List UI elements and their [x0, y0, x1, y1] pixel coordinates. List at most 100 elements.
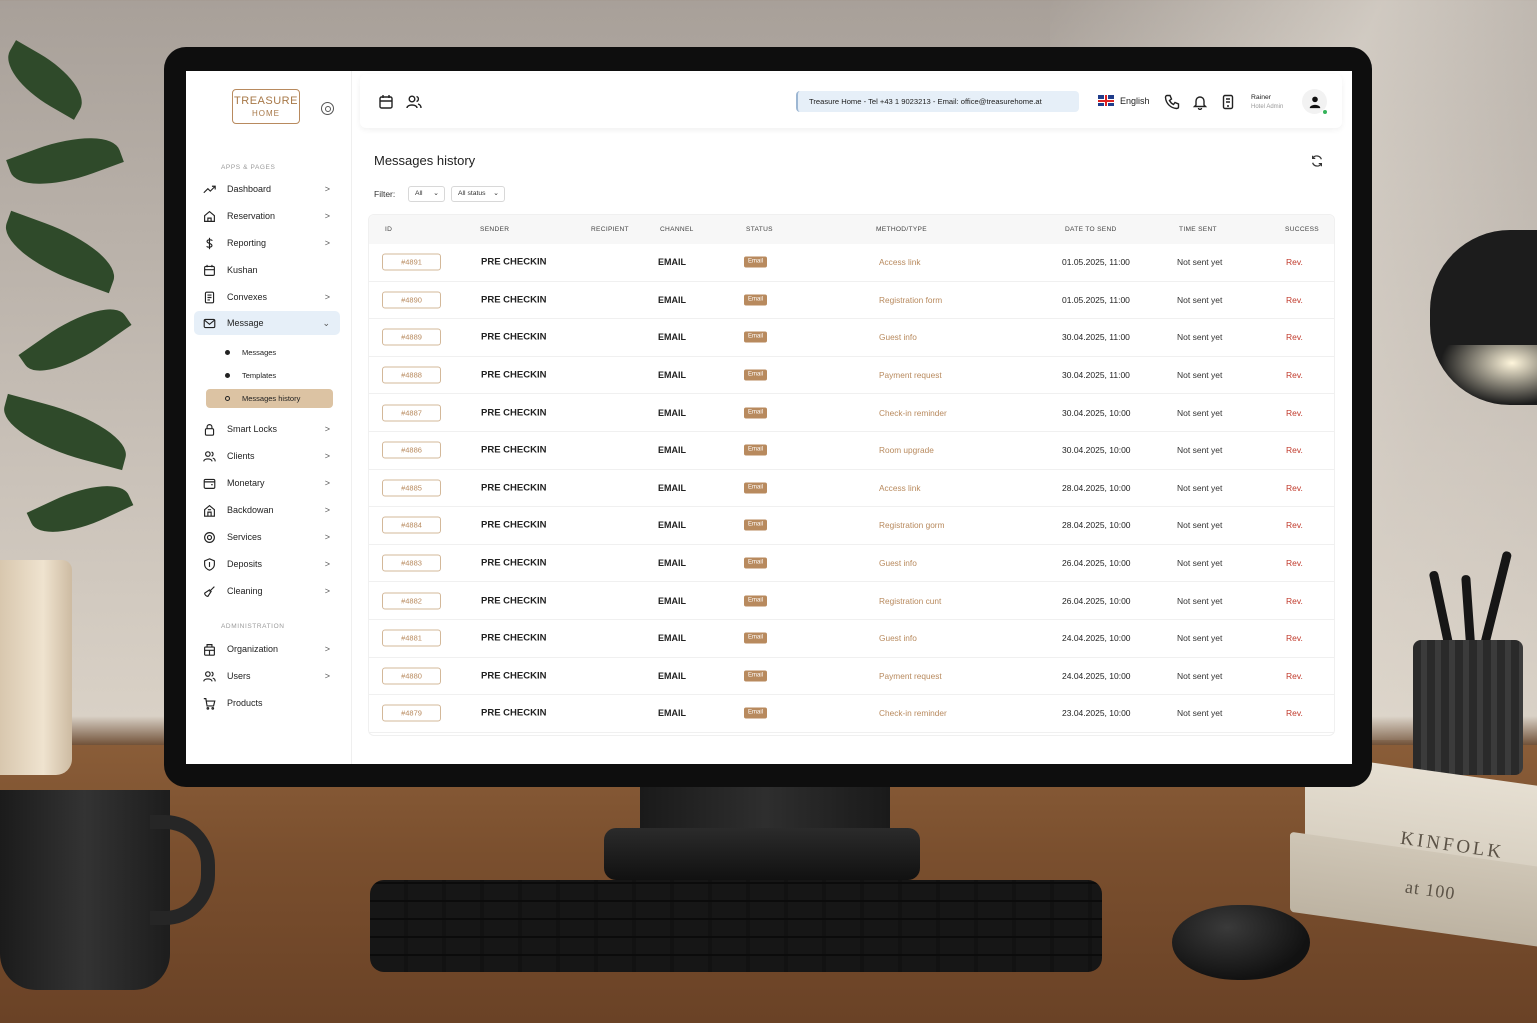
column-header-id[interactable]: ID: [385, 226, 392, 233]
time-sent-cell: Not sent yet: [1177, 708, 1223, 719]
method-link[interactable]: Access link: [879, 483, 921, 493]
mail-icon: [203, 317, 216, 330]
sidebar-item-message[interactable]: Message ⌄: [194, 311, 340, 335]
table-row[interactable]: #4882 PRE CHECKIN EMAIL Email Registration c…: [369, 582, 1334, 620]
sidebar-subitem-templates[interactable]: Templates: [206, 366, 333, 385]
message-id-badge[interactable]: #4880: [382, 667, 441, 685]
table-row[interactable]: #4883 PRE CHECKIN EMAIL Email Guest info 26.0…: [369, 545, 1334, 583]
table-row[interactable]: #4891 PRE CHECKIN EMAIL Email Access link 01.…: [369, 244, 1334, 282]
message-id-badge[interactable]: #4888: [382, 366, 441, 384]
sidebar-item-smart-locks[interactable]: Smart Locks >: [194, 417, 340, 441]
status-badge: Email: [744, 444, 768, 456]
table-row[interactable]: #4884 PRE CHECKIN EMAIL Email Registration g…: [369, 507, 1334, 545]
users-icon[interactable]: [406, 94, 422, 110]
message-id-badge[interactable]: #4884: [382, 516, 441, 534]
column-header-recipient[interactable]: RECIPIENT: [591, 226, 629, 233]
sidebar-item-services[interactable]: Services >: [194, 525, 340, 549]
sender-cell: PRE CHECKIN: [481, 294, 547, 306]
online-status-dot: [1322, 109, 1328, 115]
sidebar-item-dashboard[interactable]: Dashboard >: [194, 177, 340, 201]
column-header-channel[interactable]: CHANNEL: [660, 226, 694, 233]
sidebar-item-cleaning[interactable]: Cleaning >: [194, 579, 340, 603]
table-row[interactable]: #4885 PRE CHECKIN EMAIL Email Access link 28.…: [369, 470, 1334, 508]
sidebar-item-backdowan[interactable]: Backdowan >: [194, 498, 340, 522]
column-header-success[interactable]: SUCCESS: [1285, 226, 1319, 233]
sidebar-item-label: Monetary: [227, 478, 265, 488]
method-link[interactable]: Payment request: [879, 671, 942, 681]
column-header-sender[interactable]: SENDER: [480, 226, 509, 233]
sidebar-item-convexes[interactable]: Convexes >: [194, 285, 340, 309]
sidebar-item-clients[interactable]: Clients >: [194, 444, 340, 468]
status-badge: Email: [744, 670, 768, 682]
sidebar-item-deposits[interactable]: Deposits >: [194, 552, 340, 576]
sidebar-item-reporting[interactable]: Reporting >: [194, 231, 340, 255]
sidebar-item-monetary[interactable]: Monetary >: [194, 471, 340, 495]
message-id-badge[interactable]: #4881: [382, 629, 441, 647]
sender-cell: PRE CHECKIN: [481, 256, 547, 268]
language-switcher[interactable]: English: [1098, 95, 1150, 106]
message-id-badge[interactable]: #4883: [382, 554, 441, 572]
refresh-icon[interactable]: [1310, 154, 1324, 168]
chevron-right-icon: >: [324, 238, 330, 248]
message-id-badge[interactable]: #4891: [382, 253, 441, 271]
sidebar-subitem-messages[interactable]: Messages: [206, 343, 333, 362]
sidebar-item-kushan[interactable]: Kushan: [194, 258, 340, 282]
chevron-down-icon: ⌄: [433, 190, 439, 197]
sidebar-item-organization[interactable]: Organization >: [194, 637, 340, 661]
shield-icon: [203, 557, 216, 571]
filter-all-select[interactable]: All ⌄: [408, 186, 445, 202]
message-id-badge[interactable]: #4879: [382, 704, 441, 722]
sidebar-subitem-messages-history[interactable]: Messages history: [206, 389, 333, 408]
chevron-right-icon: >: [324, 586, 330, 596]
method-link[interactable]: Registration cunt: [879, 596, 941, 606]
chevron-right-icon: >: [324, 211, 330, 221]
column-header-date[interactable]: DATE TO SEND: [1065, 226, 1117, 233]
time-sent-cell: Not sent yet: [1177, 595, 1223, 606]
column-header-time-sent[interactable]: TIME SENT: [1179, 226, 1217, 233]
calendar-icon[interactable]: [378, 94, 394, 110]
method-link[interactable]: Check-in reminder: [879, 408, 947, 418]
table-row[interactable]: #4879 PRE CHECKIN EMAIL Email Check-in remin…: [369, 695, 1334, 733]
method-link[interactable]: Registration gorm: [879, 520, 944, 530]
message-id-badge[interactable]: #4890: [382, 291, 441, 309]
message-id-badge[interactable]: #4887: [382, 404, 441, 422]
phone-icon[interactable]: [1164, 94, 1180, 110]
table-row[interactable]: #4889 PRE CHECKIN EMAIL Email Guest info 30.0…: [369, 319, 1334, 357]
success-cell: Rev.: [1286, 445, 1303, 456]
method-link[interactable]: Room upgrade: [879, 445, 934, 455]
bell-icon[interactable]: [1192, 94, 1208, 111]
message-id-badge[interactable]: #4882: [382, 592, 441, 610]
table-row[interactable]: #4886 PRE CHECKIN EMAIL Email Room upgrade 30…: [369, 432, 1334, 470]
chevron-right-icon: >: [324, 184, 330, 194]
message-id-badge[interactable]: #4886: [382, 441, 441, 459]
method-link[interactable]: Access link: [879, 257, 921, 267]
method-link[interactable]: Guest info: [879, 633, 917, 643]
sidebar-item-products[interactable]: Products: [194, 691, 340, 715]
chevron-right-icon: >: [324, 644, 330, 654]
method-link[interactable]: Payment request: [879, 370, 942, 380]
table-row[interactable]: #4880 PRE CHECKIN EMAIL Email Payment reques…: [369, 658, 1334, 696]
device-icon[interactable]: [1220, 94, 1236, 110]
table-row[interactable]: #4887 PRE CHECKIN EMAIL Email Check-in remin…: [369, 394, 1334, 432]
sidebar-item-label: Services: [227, 532, 262, 542]
method-link[interactable]: Guest info: [879, 332, 917, 342]
sidebar-item-users[interactable]: Users >: [194, 664, 340, 688]
mouse: [1172, 905, 1310, 980]
table-row[interactable]: #4890 PRE CHECKIN EMAIL Email Registration f…: [369, 282, 1334, 320]
sidebar-item-reservation[interactable]: Reservation >: [194, 204, 340, 228]
sidebar-collapse-icon[interactable]: [321, 102, 334, 115]
sender-cell: PRE CHECKIN: [481, 369, 547, 381]
table-row[interactable]: #4888 PRE CHECKIN EMAIL Email Payment reques…: [369, 357, 1334, 395]
message-id-badge[interactable]: #4885: [382, 479, 441, 497]
column-header-status[interactable]: STATUS: [746, 226, 773, 233]
method-link[interactable]: Registration form: [879, 295, 942, 305]
message-id-badge[interactable]: #4889: [382, 328, 441, 346]
brand-logo[interactable]: TREASURE HOME: [232, 89, 300, 124]
status-badge: Email: [744, 557, 768, 569]
method-link[interactable]: Check-in reminder: [879, 708, 947, 718]
method-link[interactable]: Guest info: [879, 558, 917, 568]
column-header-method[interactable]: METHOD/TYPE: [876, 226, 927, 233]
sidebar-item-label: Backdowan: [227, 505, 274, 515]
filter-status-select[interactable]: All status ⌄: [451, 186, 505, 202]
table-row[interactable]: #4881 PRE CHECKIN EMAIL Email Guest info 24.0…: [369, 620, 1334, 658]
